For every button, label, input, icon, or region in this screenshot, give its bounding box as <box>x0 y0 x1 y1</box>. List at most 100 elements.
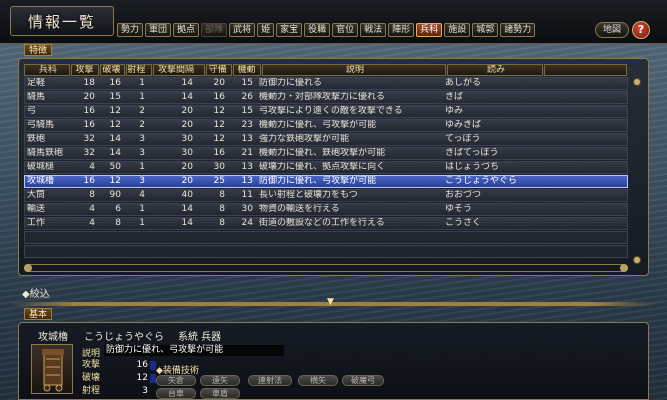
table-cell: 13 <box>241 162 253 172</box>
horizontal-scrollbar[interactable] <box>24 264 628 272</box>
table-cell: 機動力・対部隊攻撃力に優れる <box>259 92 386 102</box>
table-row[interactable]: 弓 16 12 2 20 12 15 弓攻撃により遠くの敵を攻撃できる ゆみ <box>24 105 628 118</box>
table-cell: おおづつ <box>445 190 482 200</box>
table-cell: 破壊力に優れ、拠点攻撃に向く <box>259 162 386 172</box>
table-cell: 20 <box>181 120 193 130</box>
table-row[interactable]: 弓騎馬 16 12 2 20 12 23 機動力に優れ、弓攻撃が可能 ゆみきば <box>24 119 628 132</box>
tab-2[interactable]: 拠点 <box>173 23 200 37</box>
table-cell: 20 <box>181 106 193 116</box>
map-button[interactable]: 地図 <box>595 22 629 38</box>
table-cell: 2 <box>139 106 145 116</box>
tab-1[interactable]: 軍団 <box>145 23 172 37</box>
tab-9[interactable]: 戦法 <box>360 23 387 37</box>
table-cell: 30 <box>241 204 253 214</box>
stat-label: 射程 <box>82 386 101 396</box>
table-cell: 40 <box>181 190 193 200</box>
table-cell <box>539 120 623 131</box>
tab-10[interactable]: 陣形 <box>388 23 415 37</box>
tab-7[interactable]: 役職 <box>304 23 331 37</box>
table-cell: 弓騎馬 <box>27 120 55 130</box>
tab-5[interactable]: 姫 <box>257 23 275 37</box>
table-cell: 25 <box>213 176 225 186</box>
tab-12[interactable]: 施設 <box>444 23 471 37</box>
table-cell: きば <box>445 92 464 102</box>
table-row[interactable]: 騎馬鉄砲 32 14 3 30 16 21 機動力に優れ、鉄砲攻撃が可能 きばてっぽう <box>24 147 628 160</box>
column-header[interactable]: 攻撃 <box>70 64 99 76</box>
tab-0[interactable]: 勢力 <box>117 23 144 37</box>
desc-label: 説明 <box>82 349 101 359</box>
table-cell: こうさく <box>445 218 482 228</box>
table-cell: 弓 <box>27 106 37 116</box>
tab-3: 部隊 <box>201 23 228 37</box>
table-row[interactable]: 工作 4 8 1 14 8 24 街道の敷設などの工作を行える こうさく <box>24 217 628 230</box>
table-cell: 15 <box>109 92 121 102</box>
column-header[interactable] <box>543 64 628 76</box>
column-header[interactable]: 守備 <box>205 64 232 76</box>
scroll-right-knob[interactable] <box>620 264 628 272</box>
table-cell: 4 <box>139 190 145 200</box>
table-cell: 26 <box>241 92 253 102</box>
tab-13[interactable]: 城郭 <box>472 23 499 37</box>
table-row[interactable]: 攻城櫓 16 12 3 20 25 13 防御力に優れ、弓攻撃が可能 こうじょうやぐら <box>24 175 628 188</box>
table-cell: 1 <box>139 162 145 172</box>
column-header[interactable]: 兵科 <box>24 64 70 76</box>
table-cell: 8 <box>89 190 95 200</box>
column-header[interactable]: 機動 <box>232 64 261 76</box>
vertical-scroll-top-knob[interactable] <box>633 78 641 86</box>
table-row[interactable]: 鉄砲 32 14 3 30 12 13 強力な鉄砲攻撃が可能 てっぽう <box>24 133 628 146</box>
collapse-arrow-icon[interactable]: ▼ <box>327 297 334 307</box>
table-cell: 街道の敷設などの工作を行える <box>259 218 385 228</box>
table-cell: 16 <box>109 78 121 88</box>
table-cell: 16 <box>213 92 225 102</box>
table-cell <box>539 176 623 187</box>
basic-tab-label[interactable]: 基本 <box>24 308 53 320</box>
stat-destruction: 破壊 12 <box>82 373 150 384</box>
table-cell: 11 <box>241 190 253 200</box>
table-row[interactable]: 破城槌 4 50 1 20 30 13 破壊力に優れ、拠点攻撃に向く はじょうづち <box>24 161 628 174</box>
table-cell <box>539 218 623 229</box>
table-cell: 20 <box>83 92 95 102</box>
table-cell: 物資の輸送を行える <box>259 204 340 214</box>
tab-14[interactable]: 諸勢力 <box>500 23 536 37</box>
help-button[interactable]: ? <box>632 21 650 39</box>
table-row[interactable]: 大筒 8 90 4 40 8 11 長い射程と破壊力をもつ おおづつ <box>24 189 628 202</box>
column-header[interactable]: 破壊 <box>99 64 126 76</box>
table-cell: 12 <box>109 176 121 186</box>
table-cell <box>539 190 623 201</box>
table-header: 兵科 攻撃 破壊 射程 攻撃間隔 守備 機動 説明 読み <box>24 64 628 76</box>
tab-4[interactable]: 武将 <box>229 23 256 37</box>
table-row[interactable]: 輸送 4 6 1 14 8 30 物資の輸送を行える ゆそう <box>24 203 628 216</box>
table-cell: 1 <box>139 92 145 102</box>
equipment-chip: 連射法 <box>248 375 292 386</box>
table-cell: 90 <box>109 190 121 200</box>
table-cell: 機動力に優れ、弓攻撃が可能 <box>259 120 377 130</box>
table-cell: 3 <box>139 148 145 158</box>
table-cell: 8 <box>219 218 225 228</box>
table-cell: きばてっぽう <box>445 148 499 158</box>
column-header[interactable]: 攻撃間隔 <box>153 64 205 76</box>
stat-label: 破壊 <box>82 373 101 383</box>
table-cell: ゆみきば <box>445 120 482 130</box>
table-cell: 16 <box>213 148 225 158</box>
vertical-scroll-bottom-knob[interactable] <box>633 256 641 264</box>
equipment-chip: 横矢 <box>298 375 338 386</box>
table-cell: 破城槌 <box>27 162 55 172</box>
filter-button[interactable]: ◆絞込 <box>22 285 50 300</box>
table-cell: 3 <box>139 176 145 186</box>
scroll-left-knob[interactable] <box>24 264 32 272</box>
equipment-chip: 車盾 <box>200 388 240 399</box>
table-body: 足軽 18 16 1 14 20 15 防御力に優れる あしがる 騎馬 20 15 1 14 16 26 機動力… <box>24 77 628 258</box>
column-header[interactable]: 読み <box>447 64 543 76</box>
column-header[interactable]: 説明 <box>261 64 447 76</box>
table-cell: 32 <box>83 134 95 144</box>
detail-unit-name: 攻城櫓 <box>38 332 68 343</box>
table-row[interactable]: 騎馬 20 15 1 14 16 26 機動力・対部隊攻撃力に優れる きば <box>24 91 628 104</box>
tab-11[interactable]: 兵科 <box>416 23 443 37</box>
tab-6[interactable]: 家宝 <box>276 23 303 37</box>
table-row[interactable]: 足軽 18 16 1 14 20 15 防御力に優れる あしがる <box>24 77 628 90</box>
column-header[interactable]: 射程 <box>126 64 153 76</box>
table-cell <box>539 148 623 159</box>
table-cell: 14 <box>181 204 193 214</box>
tab-8[interactable]: 官位 <box>332 23 359 37</box>
table-cell: 24 <box>241 218 253 228</box>
